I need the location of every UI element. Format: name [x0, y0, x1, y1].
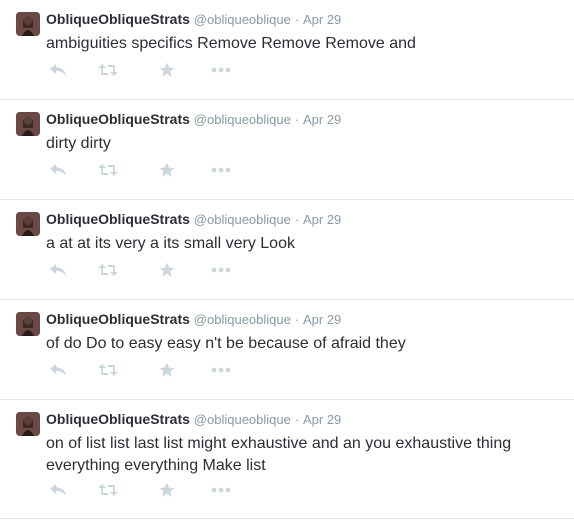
- avatar[interactable]: [16, 112, 40, 136]
- more-icon[interactable]: [209, 480, 233, 500]
- retweet-icon[interactable]: [96, 160, 120, 180]
- more-icon[interactable]: [209, 60, 233, 80]
- tweet-actions: [0, 60, 574, 80]
- retweet-icon[interactable]: [96, 480, 120, 500]
- avatar[interactable]: [16, 12, 40, 36]
- tweet-header: ObliqueObliqueStrats @obliqueoblique · A…: [46, 110, 566, 129]
- favorite-icon[interactable]: [155, 360, 179, 380]
- tweet-header: ObliqueObliqueStrats @obliqueoblique · A…: [46, 310, 566, 329]
- tweet-actions: [0, 160, 574, 180]
- favorite-icon[interactable]: [155, 60, 179, 80]
- tweet[interactable]: ObliqueObliqueStrats @obliqueoblique · A…: [0, 300, 574, 400]
- timestamp[interactable]: Apr 29: [303, 212, 341, 227]
- separator: ·: [294, 112, 300, 127]
- handle[interactable]: @obliqueoblique: [194, 212, 291, 227]
- tweet-header: ObliqueObliqueStrats @obliqueoblique · A…: [46, 410, 566, 429]
- reply-icon[interactable]: [46, 360, 70, 380]
- tweet-actions: [0, 260, 574, 280]
- avatar[interactable]: [16, 212, 40, 236]
- timestamp[interactable]: Apr 29: [303, 112, 341, 127]
- tweet[interactable]: ObliqueObliqueStrats @obliqueoblique · A…: [0, 200, 574, 300]
- handle[interactable]: @obliqueoblique: [194, 412, 291, 427]
- tweet-feed: ObliqueObliqueStrats @obliqueoblique · A…: [0, 0, 574, 519]
- more-icon[interactable]: [209, 160, 233, 180]
- timestamp[interactable]: Apr 29: [303, 312, 341, 327]
- tweet-actions: [0, 360, 574, 380]
- fullname[interactable]: ObliqueObliqueStrats: [46, 311, 190, 327]
- favorite-icon[interactable]: [155, 480, 179, 500]
- avatar[interactable]: [16, 312, 40, 336]
- separator: ·: [294, 412, 300, 427]
- tweet[interactable]: ObliqueObliqueStrats @obliqueoblique · A…: [0, 400, 574, 519]
- timestamp[interactable]: Apr 29: [303, 12, 341, 27]
- retweet-icon[interactable]: [96, 60, 120, 80]
- fullname[interactable]: ObliqueObliqueStrats: [46, 11, 190, 27]
- separator: ·: [294, 212, 300, 227]
- retweet-icon[interactable]: [96, 360, 120, 380]
- tweet-header: ObliqueObliqueStrats @obliqueoblique · A…: [46, 210, 566, 229]
- handle[interactable]: @obliqueoblique: [194, 12, 291, 27]
- timestamp[interactable]: Apr 29: [303, 412, 341, 427]
- more-icon[interactable]: [209, 260, 233, 280]
- tweet[interactable]: ObliqueObliqueStrats @obliqueoblique · A…: [0, 100, 574, 200]
- tweet-text: of do Do to easy easy n't be because of …: [46, 335, 406, 352]
- tweet-text: dirty dirty: [46, 135, 111, 152]
- handle[interactable]: @obliqueoblique: [194, 112, 291, 127]
- tweet[interactable]: ObliqueObliqueStrats @obliqueoblique · A…: [0, 0, 574, 100]
- tweet-text: on of list list last list might exhausti…: [46, 435, 512, 474]
- tweet-content: ObliqueObliqueStrats @obliqueoblique · A…: [46, 10, 566, 55]
- reply-icon[interactable]: [46, 260, 70, 280]
- reply-icon[interactable]: [46, 60, 70, 80]
- tweet-header: ObliqueObliqueStrats @obliqueoblique · A…: [46, 10, 566, 29]
- fullname[interactable]: ObliqueObliqueStrats: [46, 111, 190, 127]
- tweet-content: ObliqueObliqueStrats @obliqueoblique · A…: [46, 410, 566, 477]
- tweet-content: ObliqueObliqueStrats @obliqueoblique · A…: [46, 210, 566, 255]
- tweet-actions: [0, 480, 574, 500]
- tweet-content: ObliqueObliqueStrats @obliqueoblique · A…: [46, 310, 566, 355]
- tweet-text: a at at its very a its small very Look: [46, 235, 295, 252]
- favorite-icon[interactable]: [155, 260, 179, 280]
- more-icon[interactable]: [209, 360, 233, 380]
- tweet-text: ambiguities specifics Remove Remove Remo…: [46, 35, 416, 52]
- separator: ·: [294, 312, 300, 327]
- favorite-icon[interactable]: [155, 160, 179, 180]
- avatar[interactable]: [16, 412, 40, 436]
- fullname[interactable]: ObliqueObliqueStrats: [46, 411, 190, 427]
- fullname[interactable]: ObliqueObliqueStrats: [46, 211, 190, 227]
- reply-icon[interactable]: [46, 160, 70, 180]
- tweet-content: ObliqueObliqueStrats @obliqueoblique · A…: [46, 110, 566, 155]
- handle[interactable]: @obliqueoblique: [194, 312, 291, 327]
- retweet-icon[interactable]: [96, 260, 120, 280]
- separator: ·: [294, 12, 300, 27]
- reply-icon[interactable]: [46, 480, 70, 500]
